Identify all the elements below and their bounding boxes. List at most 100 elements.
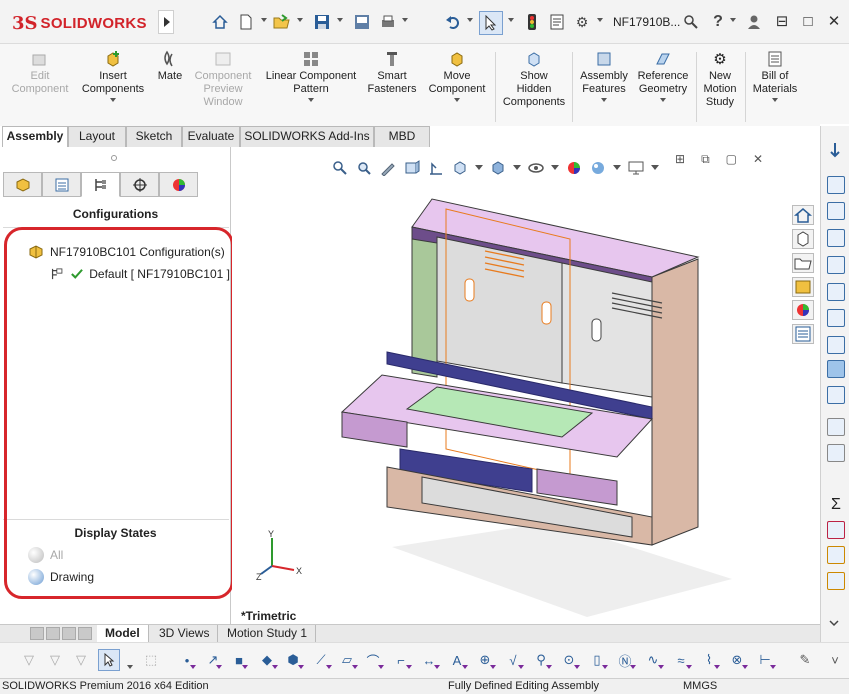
select-dropdown-icon[interactable] bbox=[508, 18, 514, 22]
graphics-area[interactable]: ⊞ ⧉ ▢ ✕ Y X Z *Trimetric bbox=[232, 147, 820, 624]
menu-expand-button[interactable] bbox=[158, 10, 174, 34]
move-component-button[interactable]: Move Component bbox=[424, 50, 490, 102]
property-manager-tab[interactable] bbox=[42, 172, 81, 197]
filter-dowel-dropdown-icon[interactable] bbox=[742, 665, 748, 669]
select-icon[interactable] bbox=[479, 11, 503, 35]
show-hidden-components-button[interactable]: Show Hidden Components bbox=[498, 50, 570, 109]
design-library-icon[interactable] bbox=[827, 572, 845, 590]
sketch-icon[interactable] bbox=[827, 256, 845, 274]
filter-datum-dropdown-icon[interactable] bbox=[490, 665, 496, 669]
help-icon[interactable]: ? bbox=[708, 12, 728, 32]
assembly-features-dropdown-icon[interactable] bbox=[601, 98, 607, 102]
chevron-down-icon[interactable] bbox=[827, 616, 845, 634]
revolve-icon[interactable] bbox=[827, 309, 845, 327]
filter-planes-dropdown-icon[interactable] bbox=[352, 665, 358, 669]
undo-icon[interactable] bbox=[443, 12, 463, 32]
box-select-icon[interactable]: ⬚ bbox=[142, 651, 160, 669]
tab-assembly[interactable]: Assembly bbox=[2, 126, 68, 148]
filter-faces-dropdown-icon[interactable] bbox=[242, 665, 248, 669]
tab-motion-study-1[interactable]: Motion Study 1 bbox=[219, 625, 317, 642]
filter-edges-dropdown-icon[interactable] bbox=[216, 665, 222, 669]
shell-icon[interactable] bbox=[827, 336, 845, 354]
reference-geometry-button[interactable]: Reference Geometry bbox=[634, 50, 692, 102]
filter-points-dropdown-icon[interactable] bbox=[406, 665, 412, 669]
tab-layout[interactable]: Layout bbox=[68, 126, 126, 147]
status-units[interactable]: MMGS bbox=[683, 679, 717, 694]
undo-dropdown-icon[interactable] bbox=[467, 18, 473, 22]
filter-connection-dropdown-icon[interactable] bbox=[770, 665, 776, 669]
edit-component-button[interactable]: Edit Component bbox=[8, 50, 72, 96]
new-motion-study-button[interactable]: ⚙ New Motion Study bbox=[698, 50, 742, 109]
filter-toggle-icon[interactable]: ▽ bbox=[46, 651, 64, 669]
filter-threads-dropdown-icon[interactable] bbox=[658, 665, 664, 669]
filter-sketch-icon[interactable]: ✎ bbox=[796, 651, 814, 669]
toolbar-overflow-icon[interactable]: ˅ bbox=[826, 651, 844, 669]
filter-bodies-dropdown-icon[interactable] bbox=[298, 665, 304, 669]
save-dropdown-icon[interactable] bbox=[337, 18, 343, 22]
sum-icon[interactable]: Σ bbox=[827, 496, 845, 514]
print-preview-icon[interactable] bbox=[378, 12, 398, 32]
help-dropdown-icon[interactable] bbox=[730, 18, 736, 22]
tab-model[interactable]: Model bbox=[97, 625, 149, 642]
filter-vertices-dropdown-icon[interactable] bbox=[190, 665, 196, 669]
open-icon[interactable] bbox=[272, 12, 292, 32]
tab-sketch[interactable]: Sketch bbox=[126, 126, 182, 147]
tab-3d-views[interactable]: 3D Views bbox=[151, 625, 219, 642]
routing-icon[interactable] bbox=[827, 546, 845, 564]
print-dropdown-icon[interactable] bbox=[402, 18, 408, 22]
user-tasks-icon[interactable] bbox=[827, 521, 845, 539]
linear-pattern-dropdown-icon[interactable] bbox=[308, 98, 314, 102]
linear-component-pattern-button[interactable]: Linear Component Pattern bbox=[260, 50, 362, 102]
tab-solidworks-add-ins[interactable]: SOLIDWORKS Add-Ins bbox=[240, 126, 374, 147]
clear-filters-icon[interactable]: ▽ bbox=[72, 651, 90, 669]
filter-balloons-dropdown-icon[interactable] bbox=[574, 665, 580, 669]
filter-icon[interactable]: ▽ bbox=[20, 651, 38, 669]
feature-manager-tab[interactable] bbox=[3, 172, 42, 197]
rebuild-icon[interactable] bbox=[522, 12, 542, 32]
restore-button[interactable]: □ bbox=[798, 12, 818, 32]
search-icon[interactable] bbox=[681, 12, 701, 32]
mate-button[interactable]: Mate bbox=[152, 50, 188, 83]
select-dropdown-icon[interactable] bbox=[127, 665, 133, 669]
print-icon[interactable] bbox=[352, 12, 372, 32]
minimize-button[interactable]: ⊟ bbox=[772, 12, 792, 32]
tool-alt-icon[interactable] bbox=[827, 444, 845, 462]
filter-surfaces-dropdown-icon[interactable] bbox=[272, 665, 278, 669]
custom-property-icon[interactable] bbox=[827, 386, 845, 404]
options-icon[interactable]: ⚙ bbox=[572, 12, 592, 32]
part-icon[interactable] bbox=[827, 202, 845, 220]
filter-hatch-dropdown-icon[interactable] bbox=[686, 665, 692, 669]
select-pointer-icon[interactable] bbox=[98, 649, 120, 671]
filter-sketch-dropdown-icon[interactable] bbox=[378, 665, 384, 669]
previous-tab-icon[interactable] bbox=[46, 627, 60, 640]
options-dropdown-icon[interactable] bbox=[597, 18, 603, 22]
filter-gtol-dropdown-icon[interactable] bbox=[602, 665, 608, 669]
extrude-icon[interactable] bbox=[827, 283, 845, 301]
smart-fasteners-button[interactable]: Smart Fasteners bbox=[364, 50, 420, 96]
dimxpert-tab[interactable] bbox=[120, 172, 159, 197]
cabinet-model[interactable] bbox=[232, 147, 820, 624]
tab-evaluate[interactable]: Evaluate bbox=[182, 126, 240, 147]
assembly-icon[interactable] bbox=[827, 229, 845, 247]
open-dropdown-icon[interactable] bbox=[297, 18, 303, 22]
home-icon[interactable] bbox=[210, 12, 230, 32]
bill-of-materials-button[interactable]: Bill of Materials bbox=[748, 50, 802, 102]
insert-components-button[interactable]: Insert Components bbox=[78, 50, 148, 102]
last-tab-icon[interactable] bbox=[78, 627, 92, 640]
first-tab-icon[interactable] bbox=[30, 627, 44, 640]
move-component-dropdown-icon[interactable] bbox=[454, 98, 460, 102]
bill-of-materials-dropdown-icon[interactable] bbox=[772, 98, 778, 102]
reference-geometry-dropdown-icon[interactable] bbox=[660, 98, 666, 102]
tab-mbd[interactable]: MBD bbox=[374, 126, 430, 147]
assembly-features-button[interactable]: Assembly Features bbox=[575, 50, 633, 102]
panel-grip-icon[interactable] bbox=[111, 155, 117, 161]
component-icon[interactable] bbox=[827, 176, 845, 194]
filter-axes-dropdown-icon[interactable] bbox=[326, 665, 332, 669]
appearance-icon[interactable] bbox=[827, 360, 845, 378]
component-preview-window-button[interactable]: Component Preview Window bbox=[190, 50, 256, 109]
filter-weld-dropdown-icon[interactable] bbox=[546, 665, 552, 669]
new-dropdown-icon[interactable] bbox=[261, 18, 267, 22]
save-icon[interactable] bbox=[312, 12, 332, 32]
insert-components-dropdown-icon[interactable] bbox=[110, 98, 116, 102]
filter-notes-dropdown-icon[interactable] bbox=[462, 665, 468, 669]
